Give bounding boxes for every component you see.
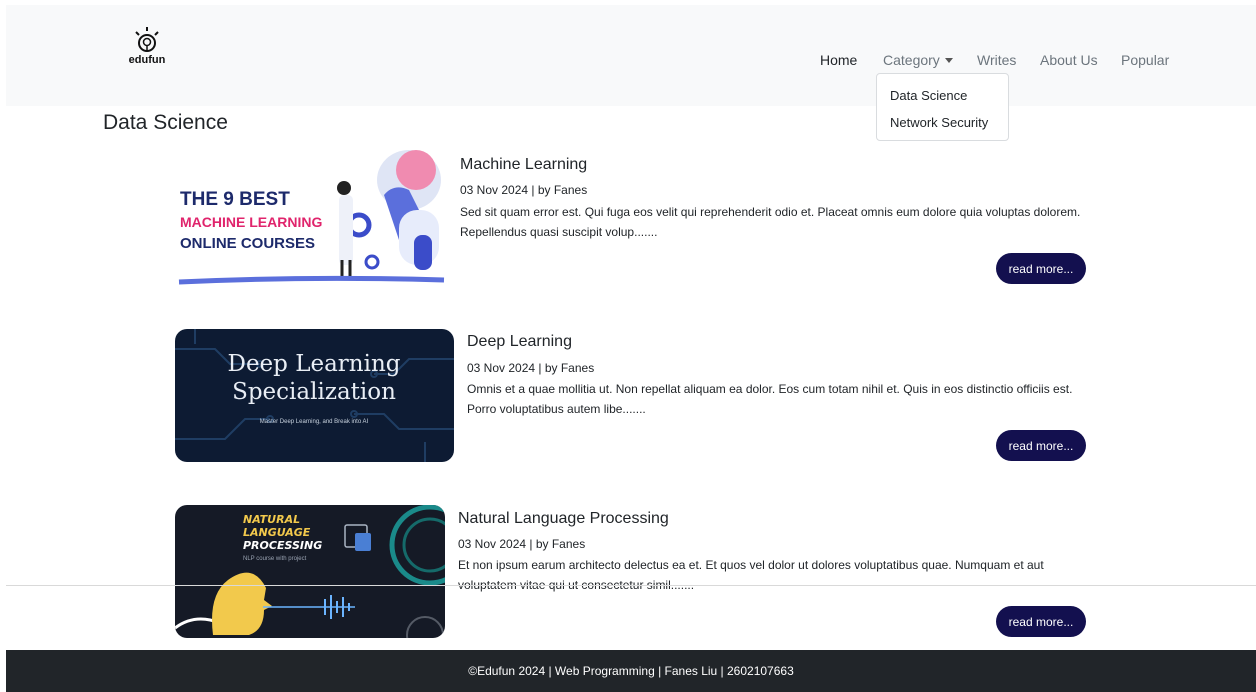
image-text-line-2: LANGUAGE bbox=[243, 526, 311, 539]
read-more-button[interactable]: read more... bbox=[996, 606, 1086, 637]
caret-down-icon bbox=[944, 57, 953, 63]
article-meta: 03 Nov 2024 | by Fanes bbox=[458, 537, 586, 551]
article-title[interactable]: Deep Learning bbox=[467, 333, 572, 351]
nav-category-label: Category bbox=[883, 52, 940, 68]
nav-home[interactable]: Home bbox=[820, 52, 857, 68]
read-more-button[interactable]: read more... bbox=[996, 253, 1086, 284]
article-image-deep-learning[interactable]: Deep Learning Specialization Master Deep… bbox=[175, 329, 454, 462]
read-more-button[interactable]: read more... bbox=[996, 430, 1086, 461]
image-text-line-4: NLP course with project bbox=[243, 556, 307, 562]
nav-category[interactable]: Category bbox=[883, 52, 953, 68]
image-text-line-1: Deep Learning bbox=[228, 351, 401, 377]
image-text-line-3: ONLINE COURSES bbox=[180, 235, 315, 252]
navbar: edufun Home Category Writes About Us Pop… bbox=[6, 5, 1256, 106]
category-dropdown: Data Science Network Security bbox=[876, 73, 1009, 141]
article-meta: 03 Nov 2024 | by Fanes bbox=[460, 183, 588, 197]
nlp-banner: NATURAL LANGUAGE PROCESSING NLP course w… bbox=[175, 505, 445, 638]
image-text-line-1: THE 9 BEST bbox=[180, 189, 290, 210]
footer-text: ©Edufun 2024 | Web Programming | Fanes L… bbox=[468, 664, 794, 678]
article-title[interactable]: Machine Learning bbox=[460, 156, 587, 174]
brand-logo[interactable]: edufun bbox=[127, 27, 167, 71]
article-meta: 03 Nov 2024 | by Fanes bbox=[467, 361, 595, 375]
brand-name: edufun bbox=[128, 54, 166, 66]
dropdown-item-data-science[interactable]: Data Science bbox=[890, 88, 967, 103]
image-text-line-2: Specialization bbox=[232, 379, 396, 405]
article-title[interactable]: Natural Language Processing bbox=[458, 510, 669, 528]
article-description: Sed sit quam error est. Qui fuga eos vel… bbox=[460, 205, 1081, 239]
image-text-line-3: PROCESSING bbox=[243, 539, 322, 552]
divider bbox=[6, 585, 1256, 586]
article-image-nlp[interactable]: NATURAL LANGUAGE PROCESSING NLP course w… bbox=[175, 505, 445, 638]
image-text-line-3: Master Deep Learning, and Break into AI bbox=[260, 419, 369, 425]
nav-popular[interactable]: Popular bbox=[1121, 52, 1169, 68]
article-image-machine-learning[interactable]: THE 9 BEST MACHINE LEARNING ONLINE COURS… bbox=[174, 150, 445, 287]
machine-learning-illustration: THE 9 BEST MACHINE LEARNING ONLINE COURS… bbox=[174, 150, 445, 287]
deep-learning-banner: Deep Learning Specialization Master Deep… bbox=[175, 329, 454, 462]
page-title: Data Science bbox=[103, 111, 228, 134]
article-description: Omnis et a quae mollitia ut. Non repella… bbox=[467, 382, 1073, 416]
lightbulb-icon bbox=[135, 27, 159, 52]
article-description: Et non ipsum earum architecto delectus e… bbox=[458, 558, 1044, 592]
image-text-line-1: NATURAL bbox=[243, 513, 300, 526]
nav-writes[interactable]: Writes bbox=[977, 52, 1016, 68]
dropdown-item-network-security[interactable]: Network Security bbox=[890, 115, 988, 130]
nav-about-us[interactable]: About Us bbox=[1040, 52, 1098, 68]
footer: ©Edufun 2024 | Web Programming | Fanes L… bbox=[6, 650, 1256, 692]
image-text-line-2: MACHINE LEARNING bbox=[180, 214, 322, 230]
